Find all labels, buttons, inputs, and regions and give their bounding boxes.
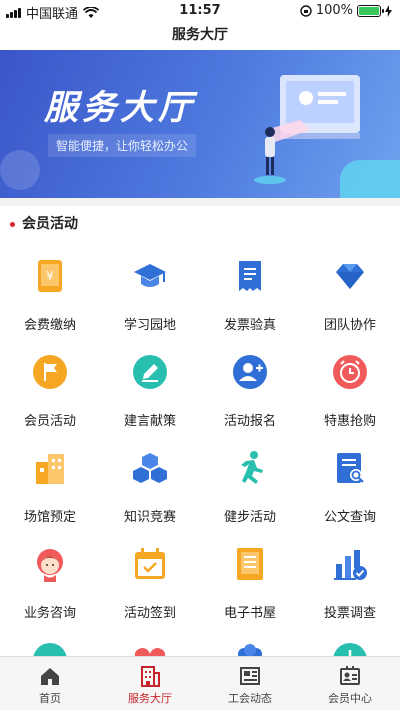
battery-icon xyxy=(357,4,384,17)
banner[interactable]: 服务大厅 智能便捷，让你轻松办公 xyxy=(0,50,400,198)
group-icon xyxy=(238,644,262,656)
grid-item-label: 活动报名 xyxy=(223,414,276,429)
status-bar: 中国联通 11:57 100% xyxy=(0,0,400,22)
grid-item-quiz[interactable]: 知识竞赛 xyxy=(100,434,200,530)
add-user-icon xyxy=(233,355,267,389)
grid-item-label: 投票调查 xyxy=(323,606,376,621)
tablet-yuan-icon: ¥ xyxy=(38,260,62,292)
grid-item-document-query[interactable]: 公文查询 xyxy=(300,434,400,530)
grid-item-label: 会费缴纳 xyxy=(23,318,76,333)
grid-item-activity-signup[interactable]: 活动报名 xyxy=(200,338,300,434)
tab-service-hall[interactable]: 服务大厅 xyxy=(100,657,200,710)
tab-label: 工会动态 xyxy=(228,692,272,705)
grid-item-learning[interactable]: 学习园地 xyxy=(100,242,200,338)
building-icon xyxy=(36,454,64,484)
grid-item-label: 学习园地 xyxy=(123,318,176,333)
bar-chart-check-icon xyxy=(334,550,367,580)
grid-item-label: 特惠抢购 xyxy=(323,414,376,429)
office-illustration-icon xyxy=(254,75,360,184)
svg-text:¥: ¥ xyxy=(46,269,54,283)
grid-item-ebooks[interactable]: 电子书屋 xyxy=(200,530,300,626)
runner-icon xyxy=(241,451,263,484)
grid-item-label: 建言献策 xyxy=(123,414,176,429)
receipt-icon xyxy=(239,261,261,291)
tab-bar: 首页 服务大厅 工会动态 会员中心 xyxy=(0,656,400,710)
grid-item-partial[interactable] xyxy=(0,626,100,656)
newspaper-icon xyxy=(240,667,260,685)
section-dot xyxy=(10,222,15,227)
grid-item-member-activity[interactable]: 会员活动 xyxy=(0,338,100,434)
grid-item-partial[interactable] xyxy=(100,626,200,656)
grid-item-label: 电子书屋 xyxy=(223,606,276,621)
grid-item-dues-payment[interactable]: ¥ 会费缴纳 xyxy=(0,242,100,338)
grid-item-partial[interactable] xyxy=(300,626,400,656)
status-right: 100% xyxy=(300,3,392,18)
book-icon xyxy=(237,548,263,580)
grid-item-label: 业务咨询 xyxy=(23,606,76,621)
grid-item-label: 公文查询 xyxy=(323,510,376,525)
grid-item-label: 健步活动 xyxy=(223,510,276,525)
pencil-icon xyxy=(133,355,167,389)
home-icon xyxy=(41,668,59,685)
banner-title: 服务大厅 xyxy=(44,88,196,128)
tab-member-center[interactable]: 会员中心 xyxy=(300,657,400,710)
grid-item-voting[interactable]: 投票调查 xyxy=(300,530,400,626)
cubes-icon xyxy=(133,453,167,483)
banner-decoration xyxy=(0,150,40,190)
support-agent-icon xyxy=(37,549,63,582)
heart-icon xyxy=(134,648,166,656)
alarm-icon xyxy=(333,355,367,389)
rotation-lock-icon xyxy=(300,4,312,17)
tab-label: 服务大厅 xyxy=(128,692,172,705)
grid-item-consultation[interactable]: 业务咨询 xyxy=(0,530,100,626)
grid-item-label: 发票验真 xyxy=(223,318,276,333)
calendar-check-icon xyxy=(135,548,165,579)
grid-item-invoice-verify[interactable]: 发票验真 xyxy=(200,242,300,338)
partial-icon xyxy=(33,643,67,656)
grid-item-walking[interactable]: 健步活动 xyxy=(200,434,300,530)
section-title: 会员活动 xyxy=(22,216,78,232)
battery-label: 100% xyxy=(315,3,353,18)
grid-item-label: 会员活动 xyxy=(23,414,76,429)
tab-label: 会员中心 xyxy=(328,692,372,705)
grid-item-partial[interactable] xyxy=(200,626,300,656)
flag-icon xyxy=(33,355,67,389)
section-header: 会员活动 xyxy=(0,206,400,242)
download-icon xyxy=(333,643,367,656)
banner-subtitle: 智能便捷，让你轻松办公 xyxy=(48,134,197,157)
service-grid: ¥ 会费缴纳 学习园地 发票验真 团队协作 会员活动 建言献策 活动报名 特惠抢… xyxy=(0,242,400,656)
tab-union-news[interactable]: 工会动态 xyxy=(200,657,300,710)
charging-icon xyxy=(385,4,392,17)
grid-item-venue-booking[interactable]: 场馆预定 xyxy=(0,434,100,530)
tab-label: 首页 xyxy=(39,692,61,705)
grid-item-checkin[interactable]: 活动签到 xyxy=(100,530,200,626)
graduation-cap-icon xyxy=(134,264,166,287)
tab-home[interactable]: 首页 xyxy=(0,657,100,710)
grid-item-label: 活动签到 xyxy=(123,606,176,621)
id-card-icon xyxy=(340,666,360,685)
document-search-icon xyxy=(337,453,364,483)
grid-item-label: 场馆预定 xyxy=(23,510,76,525)
building-grid-icon xyxy=(141,666,160,687)
grid-item-label: 知识竞赛 xyxy=(123,510,176,525)
diamond-icon xyxy=(336,264,364,289)
grid-item-suggestions[interactable]: 建言献策 xyxy=(100,338,200,434)
grid-item-label: 团队协作 xyxy=(323,318,376,333)
page-title: 服务大厅 xyxy=(172,27,228,43)
grid-item-team-collab[interactable]: 团队协作 xyxy=(300,242,400,338)
grid-item-flash-sale[interactable]: 特惠抢购 xyxy=(300,338,400,434)
nav-bar: 服务大厅 xyxy=(0,22,400,50)
